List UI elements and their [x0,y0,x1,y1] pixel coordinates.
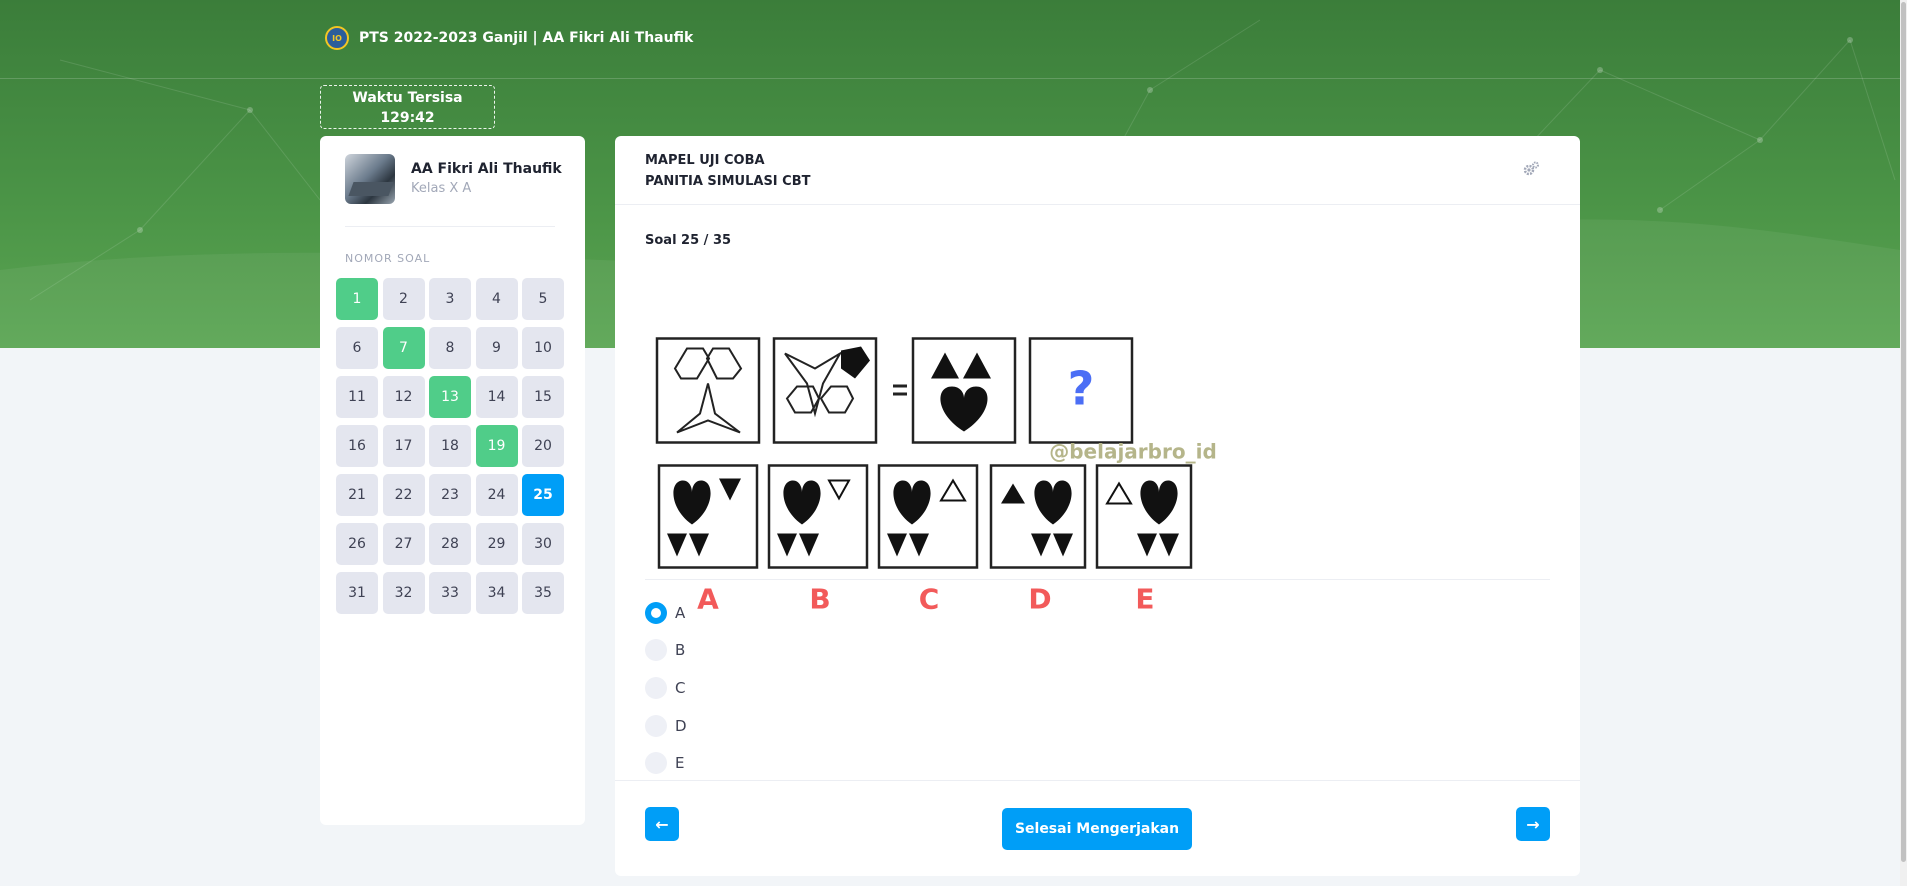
choice-letter-a: A [697,583,719,616]
brand: IO PTS 2022-2023 Ganjil | AA Fikri Ali T… [325,26,693,50]
question-nav-button-34[interactable]: 34 [475,572,518,614]
avatar [345,154,395,204]
question-nav-button-6[interactable]: 6 [336,327,378,369]
choice-box-e [1095,464,1193,569]
question-nav-button-13[interactable]: 13 [429,376,471,418]
option-radio-a[interactable] [645,601,667,624]
option-b[interactable]: B [645,632,687,670]
committee-name: PANITIA SIMULASI CBT [645,174,811,189]
question-nav-button-26[interactable]: 26 [336,523,378,565]
header-divider [615,204,1580,205]
subject-name: MAPEL UJI COBA [645,153,765,168]
question-nav-button-27[interactable]: 27 [382,523,425,565]
question-nav-button-21[interactable]: 21 [336,474,378,516]
question-nav-button-2[interactable]: 2 [382,278,425,320]
question-nav-button-20[interactable]: 20 [522,425,564,467]
question-nav-button-23[interactable]: 23 [429,474,471,516]
choice-letter-d: D [1028,583,1051,616]
question-nav-button-22[interactable]: 22 [382,474,425,516]
student-class: Kelas X A [411,181,472,196]
next-question-button[interactable]: → [1516,807,1550,841]
choice-letter-c: C [919,583,940,616]
settings-gear-icon[interactable] [1522,160,1540,178]
option-e[interactable]: E [645,744,687,782]
question-nav-button-14[interactable]: 14 [475,376,518,418]
question-nav-button-12[interactable]: 12 [382,376,425,418]
student-name: AA Fikri Ali Thaufik [411,161,562,177]
question-nav-button-9[interactable]: 9 [475,327,518,369]
question-nav-button-10[interactable]: 10 [522,327,564,369]
scrollbar-thumb[interactable] [1901,2,1906,862]
question-image: ? @belajarbro_id A B C D E [655,337,1217,616]
option-label: B [675,641,686,660]
question-nav-button-35[interactable]: 35 [522,572,564,614]
question-nav-button-28[interactable]: 28 [429,523,471,565]
question-nav-button-16[interactable]: 16 [336,425,378,467]
footer-divider [615,780,1580,781]
choice-letter-b: B [809,583,830,616]
question-nav-grid: 1 2 3 4 5 6 7 8 9 10 11 12 13 14 15 16 17 18 19 20 21 22 23 24 2… [336,278,564,614]
question-nav-button-8[interactable]: 8 [429,327,471,369]
question-nav-button-15[interactable]: 15 [522,376,564,418]
choice-letter-e: E [1135,583,1154,616]
option-label: A [675,603,686,622]
question-nav-button-30[interactable]: 30 [522,523,564,565]
choice-box-d [989,464,1087,569]
question-nav-button-7[interactable]: 7 [382,327,425,369]
timer-value: 129:42 [380,110,435,126]
question-nav-button-25[interactable]: 25 [522,474,564,516]
options-divider [645,579,1550,580]
option-label: E [675,754,685,773]
option-radio-e[interactable] [645,752,667,775]
watermark-text: @belajarbro_id [1049,440,1217,464]
pattern-box-1 [655,337,761,444]
question-nav-button-32[interactable]: 32 [382,572,425,614]
choice-box-b [767,464,869,569]
option-label: C [675,678,686,697]
question-nav-button-18[interactable]: 18 [429,425,471,467]
question-counter: Soal 25 / 35 [645,233,732,248]
option-c[interactable]: C [645,669,687,707]
school-logo-icon: IO [325,26,349,50]
question-nav-button-3[interactable]: 3 [429,278,471,320]
question-nav-button-1[interactable]: 1 [336,278,378,320]
question-nav-button-19[interactable]: 19 [475,425,518,467]
finish-exam-button[interactable]: Selesai Mengerjakan [1002,808,1192,850]
question-nav-button-5[interactable]: 5 [522,278,564,320]
header-divider [0,78,1900,79]
question-nav-label: NOMOR SOAL [345,252,431,265]
choice-box-c [877,464,979,569]
option-radio-d[interactable] [645,714,667,737]
sidebar: AA Fikri Ali Thaufik Kelas X A NOMOR SOA… [320,136,585,825]
exam-header: MAPEL UJI COBA PANITIA SIMULASI CBT [645,150,810,192]
question-nav-button-29[interactable]: 29 [475,523,518,565]
student-profile: AA Fikri Ali Thaufik Kelas X A [345,154,562,204]
page-title: PTS 2022-2023 Ganjil | AA Fikri Ali Thau… [359,30,694,46]
option-label: D [675,716,687,735]
question-mark: ? [1068,362,1095,416]
answer-options: ABCDE [645,594,687,782]
option-radio-c[interactable] [645,676,667,699]
question-nav-button-33[interactable]: 33 [429,572,471,614]
sidebar-divider [345,226,555,227]
option-d[interactable]: D [645,707,687,745]
question-nav-button-17[interactable]: 17 [382,425,425,467]
question-nav-button-31[interactable]: 31 [336,572,378,614]
question-nav-button-4[interactable]: 4 [475,278,518,320]
timer-label: Waktu Tersisa [352,90,463,106]
option-a[interactable]: A [645,594,687,632]
prev-question-button[interactable]: ← [645,807,679,841]
choice-box-a [657,464,759,569]
question-panel: MAPEL UJI COBA PANITIA SIMULASI CBT Soal… [615,136,1580,876]
option-radio-b[interactable] [645,639,667,662]
timer-box: Waktu Tersisa 129:42 [320,85,495,129]
question-nav-button-24[interactable]: 24 [475,474,518,516]
question-nav-button-11[interactable]: 11 [336,376,378,418]
scrollbar[interactable] [1900,0,1907,886]
